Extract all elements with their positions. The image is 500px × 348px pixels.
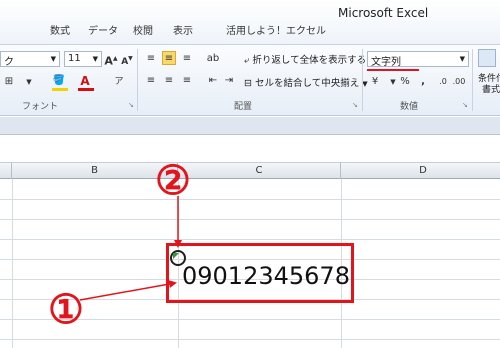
dialog-launcher-icon[interactable]: ↘ [462,101,468,109]
title-bar: Microsoft Excel 数式 データ 校閲 表示 活用しよう！エクセル [0,0,500,44]
window-title: Microsoft Excel [338,6,429,20]
formula-bar-area [0,135,500,163]
gridline [0,219,500,220]
group-separator [362,49,363,111]
chevron-down-icon: ▼ [50,55,56,63]
column-header-a[interactable] [0,163,12,179]
font-color-swatch [78,88,94,91]
gridline [0,199,500,200]
fill-color-swatch [52,88,68,91]
conditional-format-label-2[interactable]: 書式 [482,82,500,95]
borders-icon[interactable]: ⊞ [2,75,16,89]
group-label-number: 数値 [400,102,419,112]
annotation-label-one: ① [48,286,84,333]
align-bottom-icon[interactable]: ≡ [180,52,194,66]
merge-center-button[interactable]: ⊟ セルを結合して中央揃え ▼ [244,75,368,89]
phonetic-icon[interactable]: ア [112,75,126,89]
gridline [0,239,500,240]
chevron-down-icon: ▼ [362,80,368,88]
merge-center-label: セルを結合して中央揃え [255,78,360,89]
align-middle-icon[interactable]: ≡ [162,51,176,65]
group-separator [472,49,473,111]
chevron-down-icon[interactable]: ▼ [22,75,36,89]
font-name-combo[interactable]: ク ▼ [0,51,60,68]
column-header-c[interactable]: C [178,163,341,179]
font-size-combo[interactable]: 11 ▼ [64,51,102,67]
merge-icon: ⊟ [244,78,252,89]
increase-indent-icon[interactable]: ⇥ [222,74,236,88]
fill-color-icon[interactable]: 🪣 [52,74,66,88]
font-color-icon[interactable]: A [78,74,92,88]
tab-formulas[interactable]: 数式 [50,22,70,37]
highlight-box [166,243,354,303]
chevron-down-icon: ▼ [92,55,98,63]
align-top-icon[interactable]: ≡ [144,52,158,66]
wrap-text-label: 折り返して全体を表示する [252,55,367,66]
column-headers: B C D [0,163,500,179]
comma-icon[interactable]: , [416,75,430,89]
tab-review[interactable]: 校閲 [133,22,153,37]
column-header-b[interactable]: B [12,163,178,179]
tab-data[interactable]: データ [88,22,118,37]
conditional-format-icon[interactable] [478,49,496,67]
annotation-label-two: ② [155,157,191,204]
orientation-icon[interactable]: ab [206,52,220,66]
ribbon-bottom-band [0,117,500,135]
arrow-one [79,280,177,301]
number-format-value: 文字列 [371,57,401,68]
ribbon: ク ▼ 11 ▼ A▲ A▼ ⊞ ▼ 🪣 A ア フォント ↘ ≡ ≡ ≡ ab… [0,44,500,116]
group-label-font: フォント [22,102,59,112]
group-label-alignment: 配置 [234,102,253,112]
decrease-indent-icon[interactable]: ⇤ [206,74,220,88]
error-indicator-icon [173,253,179,259]
currency-icon[interactable]: ¥ [368,75,382,89]
percent-icon[interactable]: % [398,75,412,89]
column-header-d[interactable]: D [341,163,500,179]
align-center-icon[interactable]: ≡ [162,74,176,88]
wrap-text-button[interactable]: ⤶ 折り返して全体を表示する [244,52,366,66]
dialog-launcher-icon[interactable]: ↘ [128,101,134,109]
decrease-decimal-icon[interactable]: .00 [452,75,466,89]
font-size-value: 11 [68,53,81,64]
dialog-launcher-icon[interactable]: ↘ [352,101,358,109]
chevron-down-icon: ▼ [459,55,465,63]
tab-view[interactable]: 表示 [173,22,193,37]
align-left-icon[interactable]: ≡ [144,74,158,88]
gridline [0,339,500,340]
grow-font-icon[interactable]: A▲ [104,52,118,68]
gridline [12,179,13,348]
wrap-text-icon: ⤶ [244,55,250,66]
number-format-underline [367,69,419,71]
align-right-icon[interactable]: ≡ [180,74,194,88]
increase-decimal-icon[interactable]: .0 [436,75,450,89]
font-name-value: ク [4,57,14,68]
tab-katsuyou[interactable]: 活用しよう！エクセル [226,22,326,37]
shrink-font-icon[interactable]: A▼ [120,52,134,67]
number-format-combo[interactable]: 文字列 ▼ [367,51,469,68]
group-separator [137,49,138,111]
